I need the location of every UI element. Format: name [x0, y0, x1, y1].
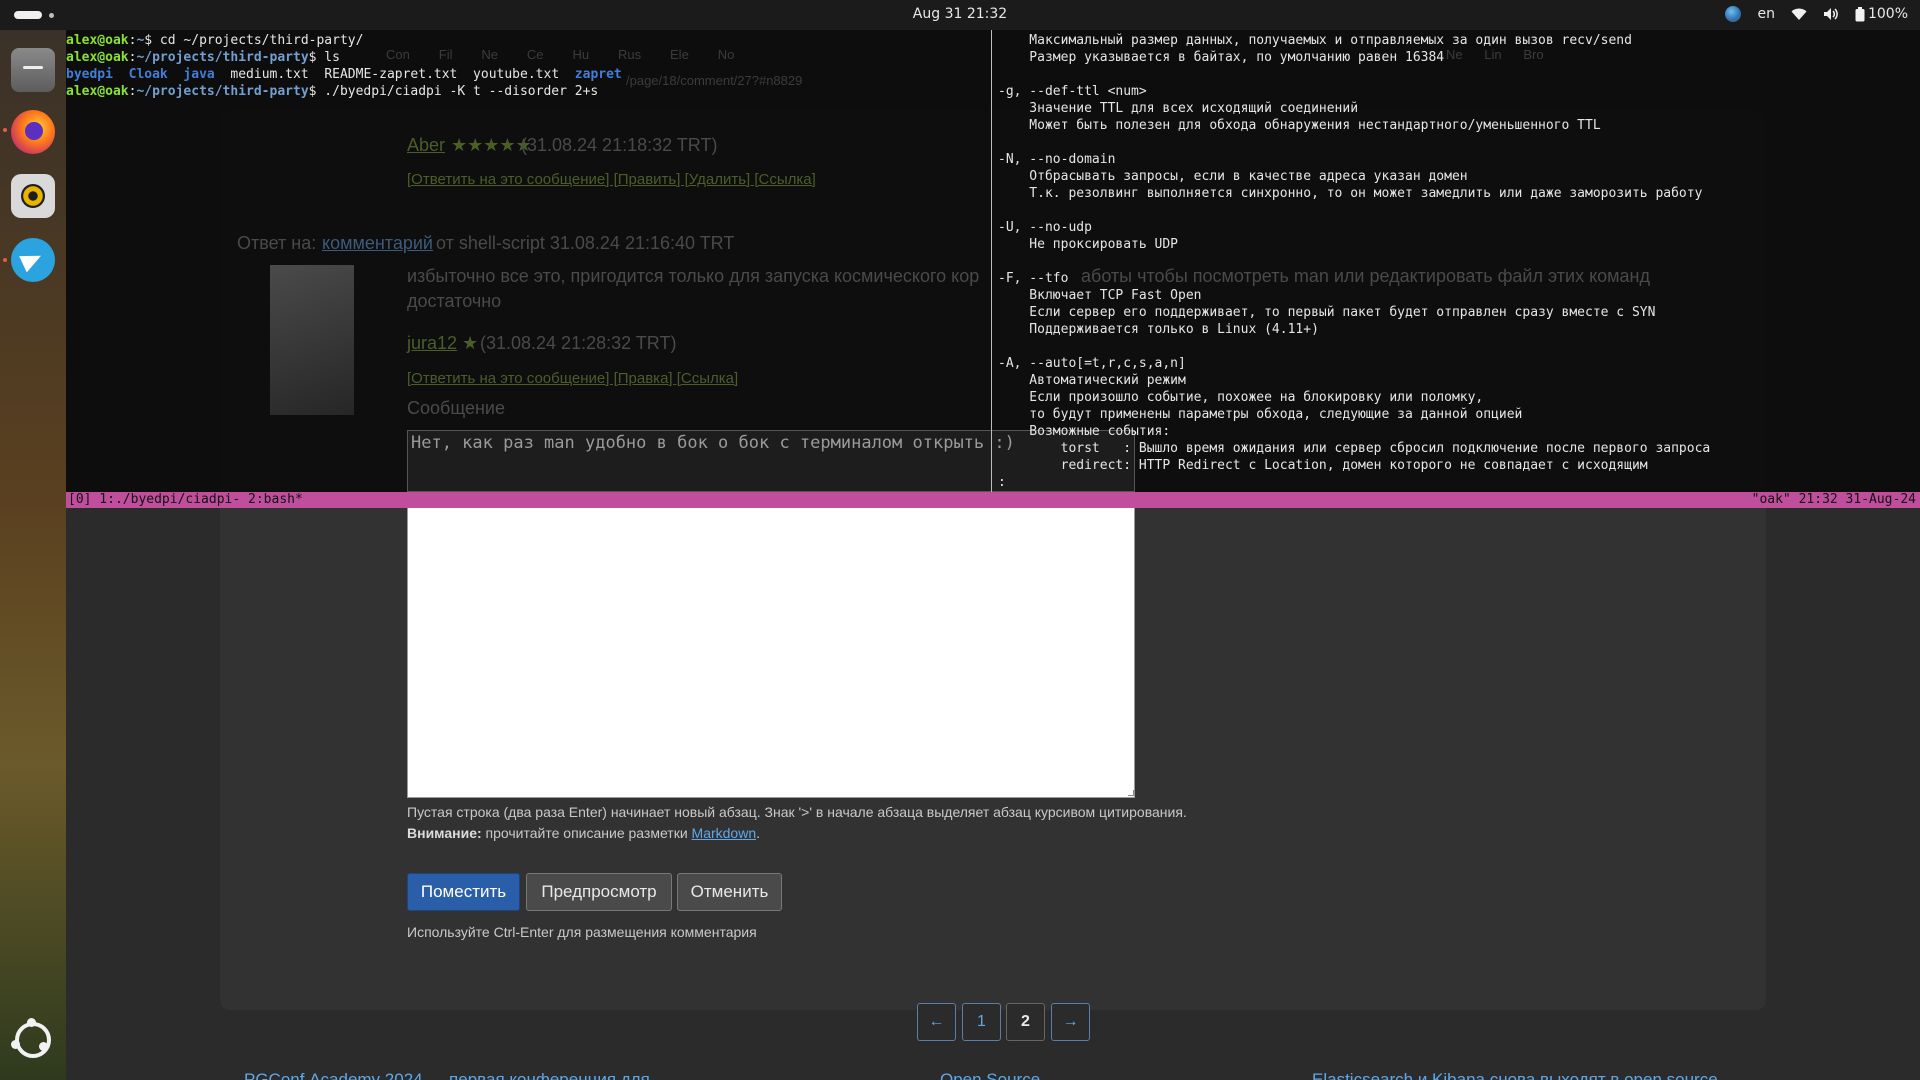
command-text: $ ls: [308, 50, 340, 65]
help-line: Включает TCP Fast Open: [998, 288, 1202, 303]
tmux-right-pane[interactable]: Максимальный размер данных, получаемых и…: [998, 32, 1920, 492]
help-line: [998, 202, 1920, 219]
tmux-status-bar: [0] 1:./byedpi/ciadpi- 2:bash* "oak" 21:…: [66, 492, 1920, 508]
pager-next[interactable]: →: [1051, 1003, 1090, 1041]
firefox-icon[interactable]: [11, 110, 55, 154]
command-text: $ cd ~/projects/third-party/: [144, 33, 364, 48]
directory-entry: zapret: [574, 67, 622, 82]
battery-level: 100%: [1867, 6, 1908, 22]
help-line: Не проксировать UDP: [998, 237, 1179, 252]
pager-page-2: 2: [1006, 1003, 1045, 1041]
update-globe-icon[interactable]: [1725, 6, 1742, 22]
terminal-window[interactable]: Con Fil Ne Ce Hu Rus Ele No Ne Lin Bro /…: [66, 30, 1920, 492]
help-line: [998, 338, 1920, 355]
help-line: -A, --auto[=t,r,c,s,a,n]: [998, 356, 1186, 371]
help-line: -N, --no-domain: [998, 152, 1116, 167]
help-line: Если произошло событие, похожее на блоки…: [998, 390, 1484, 405]
running-indicator: [3, 128, 7, 132]
help-line: -F, --tfo: [998, 271, 1069, 286]
prompt-path: ~/projects/third-party: [136, 50, 309, 65]
rhythmbox-icon[interactable]: [11, 174, 55, 218]
help-line: Т.к. резолвинг выполняется синхронно, то…: [998, 186, 1703, 201]
telegram-icon[interactable]: [11, 238, 55, 282]
prompt-user: alex@oak: [66, 33, 129, 48]
files-icon[interactable]: [11, 48, 55, 92]
prompt-user: alex@oak: [66, 84, 129, 99]
pager-page-1[interactable]: 1: [962, 1003, 1001, 1041]
wifi-icon[interactable]: [1791, 7, 1807, 21]
terminal-line: alex@oak:~$ cd ~/projects/third-party/: [66, 33, 364, 48]
preview-button[interactable]: Предпросмотр: [526, 873, 672, 911]
file-entry: medium.txt: [230, 67, 309, 82]
volume-icon[interactable]: [1823, 7, 1839, 21]
dock: [0, 30, 66, 1080]
ctrl-enter-hint: Используйте Ctrl-Enter для размещения ко…: [407, 924, 757, 940]
help-line: redirect: HTTP Redirect с Location, доме…: [998, 458, 1648, 473]
directory-entry: java: [183, 67, 215, 82]
help-line: то будут применены параметры обхода, сле…: [998, 407, 1523, 422]
terminal-line: byedpi Cloak java medium.txt README-zapr…: [66, 66, 991, 83]
system-tray[interactable]: en 100%: [1725, 6, 1908, 22]
prompt-user: alex@oak: [66, 50, 129, 65]
help-line: [998, 66, 1920, 83]
help-line: torst : Вышло время ожидания или сервер …: [998, 441, 1711, 456]
help-line: Значение TTL для всех исходящий соединен…: [998, 101, 1359, 116]
clock[interactable]: Aug 31 21:32: [0, 6, 1920, 22]
warning-end: .: [756, 825, 761, 841]
markdown-warning: Внимание: прочитайте описание разметки M…: [407, 825, 760, 841]
tmux-status-right: "oak" 21:32 31-Aug-24: [1751, 492, 1916, 507]
help-line: Поддерживается только в Linux (4.11+): [998, 322, 1319, 337]
command-text: $ ./byedpi/ciadpi -K t --disorder 2+s: [308, 84, 599, 99]
help-line: Максимальный размер данных, получаемых и…: [998, 33, 1632, 48]
prompt-path: ~/projects/third-party: [136, 84, 309, 99]
help-line: -g, --def-ttl <num>: [998, 84, 1147, 99]
running-indicator: [3, 258, 7, 262]
battery-icon: [1855, 6, 1865, 21]
file-entry: youtube.txt: [473, 67, 560, 82]
top-bar: Aug 31 21:32 en 100%: [0, 0, 1920, 30]
tmux-window-list[interactable]: [0] 1:./byedpi/ciadpi- 2:bash*: [68, 492, 303, 508]
help-line: Если сервер его поддерживает, то первый …: [998, 305, 1656, 320]
file-entry: README-zapret.txt: [324, 67, 458, 82]
help-line: Отбрасывать запросы, если в качестве адр…: [998, 169, 1468, 184]
terminal-line: alex@oak:~/projects/third-party$ ./byedp…: [66, 84, 599, 99]
help-line: Размер указывается в байтах, по умолчани…: [998, 50, 1445, 65]
help-line: [998, 253, 1920, 270]
directory-entry: Cloak: [128, 67, 168, 82]
pane-divider[interactable]: [991, 30, 992, 492]
terminal-line: alex@oak:~/projects/third-party$ ls: [66, 50, 340, 65]
warning-text: прочитайте описание разметки: [481, 825, 692, 841]
help-line: Возможные события:: [998, 424, 1171, 439]
footer-link[interactable]: Elasticsearch и Kibana снова выходят в o…: [1312, 1070, 1718, 1080]
footer-link[interactable]: PGConf.Academy 2024 — первая конференция…: [244, 1070, 650, 1080]
warning-label: Внимание:: [407, 825, 482, 841]
directory-entry: byedpi: [66, 67, 113, 82]
pager-prev[interactable]: ←: [917, 1003, 956, 1041]
ubuntu-icon[interactable]: [11, 1018, 51, 1058]
tmux-left-pane[interactable]: alex@oak:~$ cd ~/projects/third-party/al…: [66, 32, 991, 492]
cancel-button[interactable]: Отменить: [677, 873, 782, 911]
post-button[interactable]: Поместить: [407, 873, 520, 911]
format-hint: Пустая строка (два раза Enter) начинает …: [407, 804, 1187, 820]
markdown-link[interactable]: Markdown: [692, 825, 757, 841]
help-line: [998, 134, 1920, 151]
keyboard-layout[interactable]: en: [1757, 6, 1775, 22]
help-line: Может быть полезен для обхода обнаружени…: [998, 118, 1601, 133]
help-line: :: [998, 475, 1006, 490]
help-line: Автоматический режим: [998, 373, 1186, 388]
footer-link[interactable]: Open Source: [940, 1070, 1040, 1080]
help-line: -U, --no-udp: [998, 220, 1092, 235]
resize-grip-icon[interactable]: [1128, 790, 1134, 796]
battery[interactable]: 100%: [1855, 6, 1908, 22]
